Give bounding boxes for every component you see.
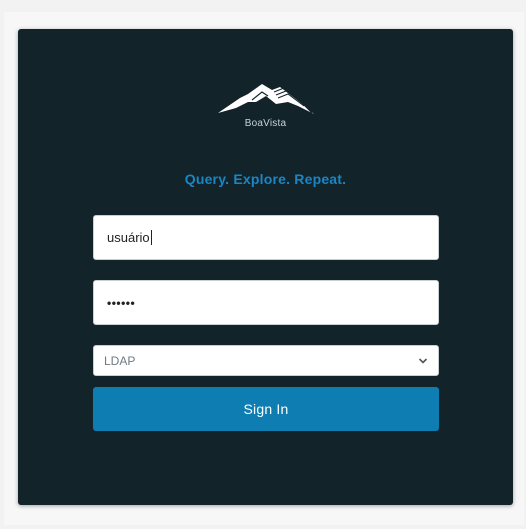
- password-value: ••••••: [107, 295, 136, 310]
- password-input[interactable]: ••••••: [93, 280, 439, 325]
- username-value: usuário: [107, 230, 150, 245]
- brand-name: BoaVista: [244, 118, 287, 129]
- auth-method-selected: LDAP: [104, 353, 136, 368]
- mountains-logo-icon: [218, 84, 314, 114]
- sign-in-button[interactable]: Sign In: [93, 387, 439, 431]
- text-cursor: [150, 230, 152, 245]
- auth-method-select[interactable]: LDAP: [93, 345, 439, 376]
- tagline: Query. Explore. Repeat.: [184, 171, 347, 187]
- chevron-down-icon: [418, 357, 428, 364]
- username-input[interactable]: usuário: [93, 215, 439, 260]
